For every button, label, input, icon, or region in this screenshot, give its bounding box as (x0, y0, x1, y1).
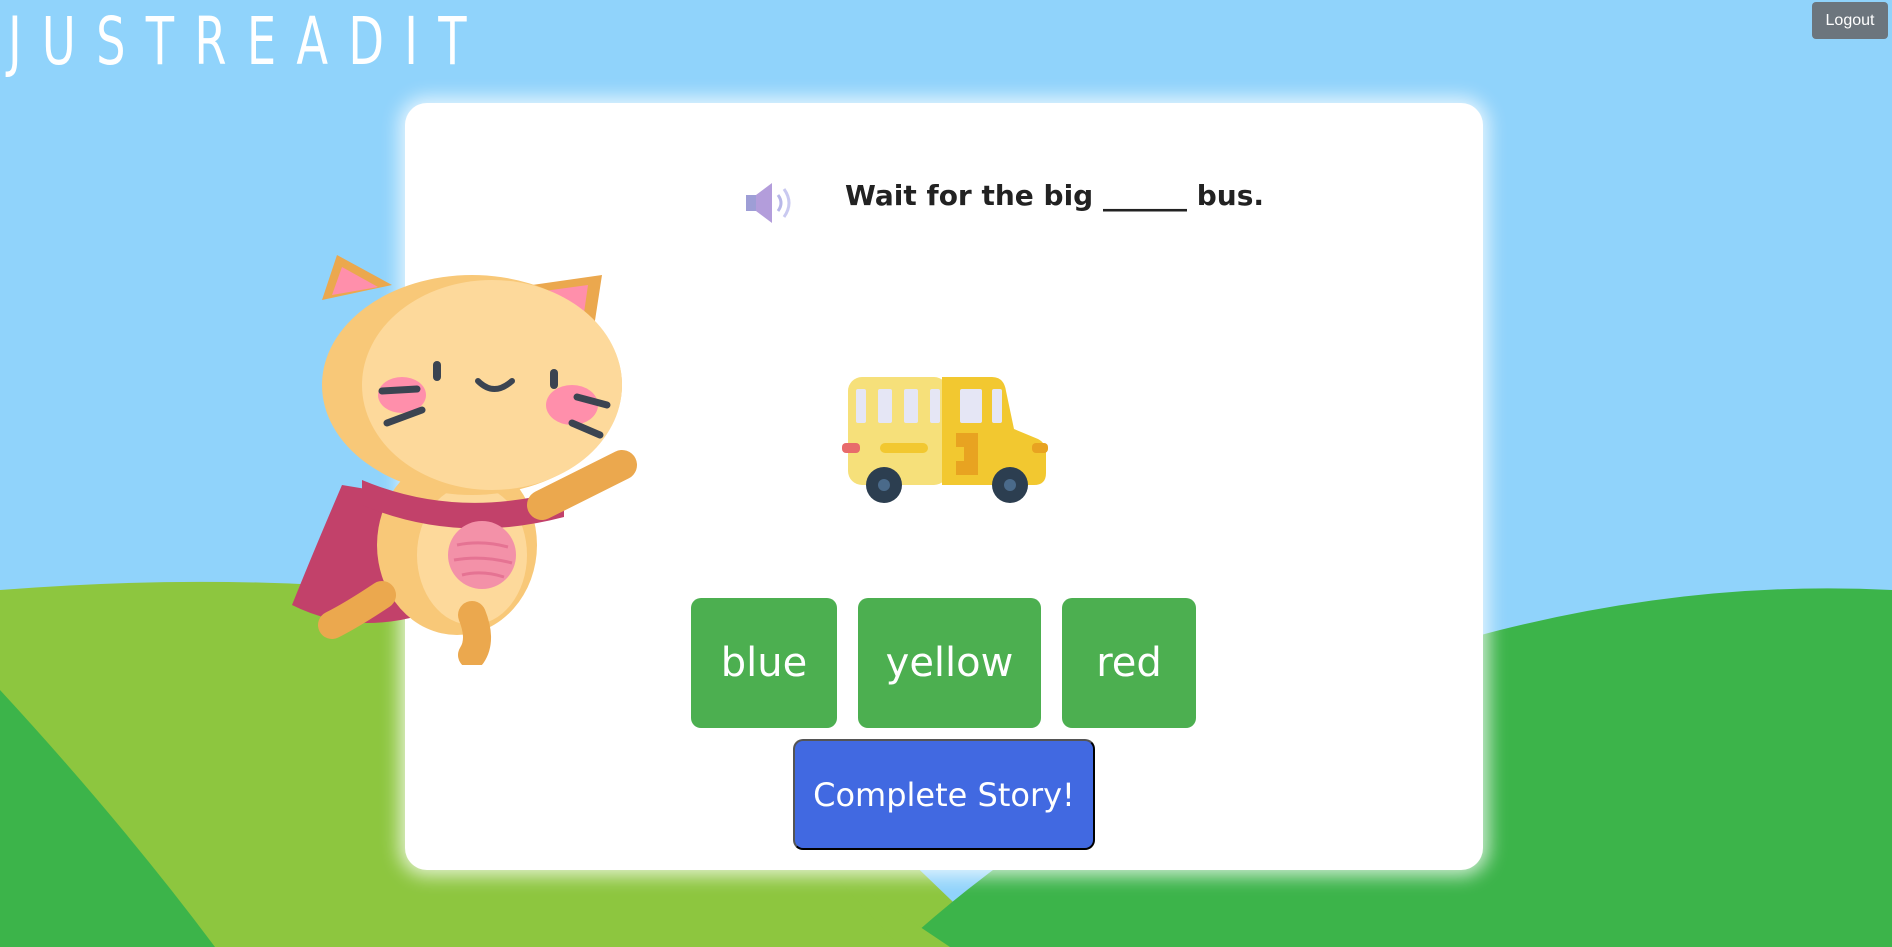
answer-choices: blue yellow red (691, 598, 1196, 728)
school-bus-image (842, 377, 1048, 503)
choice-yellow-button[interactable]: yellow (858, 598, 1041, 728)
cat-mascot-illustration (292, 255, 637, 665)
logout-button[interactable]: Logout (1812, 2, 1888, 39)
speaker-icon[interactable] (742, 175, 798, 231)
choice-blue-button[interactable]: blue (691, 598, 837, 728)
story-sentence: Wait for the big ______ bus. (845, 179, 1265, 212)
choice-red-button[interactable]: red (1062, 598, 1196, 728)
app-logo: JUSTREADIT (8, 3, 487, 80)
complete-story-button[interactable]: Complete Story! (793, 739, 1095, 850)
